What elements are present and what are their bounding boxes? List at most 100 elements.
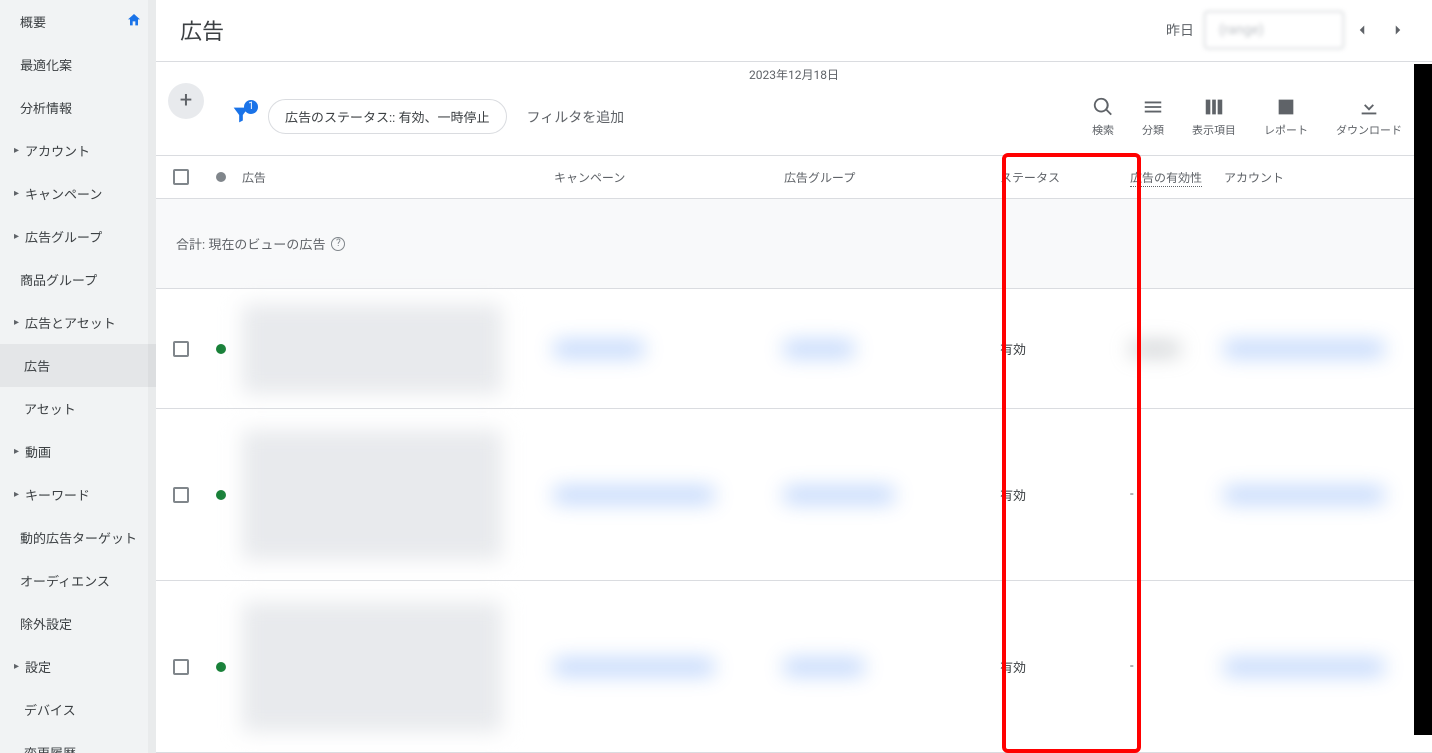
ad-preview-redacted[interactable] [242,304,502,394]
report-button[interactable]: レポート [1264,96,1308,138]
sidebar-item-insights[interactable]: 分析情報 [0,86,156,129]
tool-label: 分類 [1142,122,1164,138]
sidebar-item-campaigns[interactable]: キャンペーン [0,172,156,215]
sidebar-item-label: 広告 [24,356,50,375]
tool-label: 表示項目 [1192,122,1236,138]
col-header-account[interactable]: アカウント [1216,169,1432,186]
col-header-campaign[interactable]: キャンペーン [546,169,776,186]
sidebar-item-dynamic-targets[interactable]: 動的広告ターゲット [0,516,156,559]
table-row: 有効 [156,289,1432,409]
help-icon[interactable]: ? [331,237,345,251]
campaign-link-redacted[interactable] [554,659,714,675]
campaign-link-redacted[interactable] [554,341,644,357]
search-button[interactable]: 検索 [1092,96,1114,138]
toolbar: + 1 広告のステータス:: 有効、一時停止 フィルタを追加 検索 分類 表示項… [156,87,1432,155]
sidebar-scrollbar[interactable] [148,0,156,753]
row-checkbox[interactable] [173,341,189,357]
date-range-picker[interactable]: (range) [1204,11,1344,49]
sidebar-item-ads-assets[interactable]: 広告とアセット [0,301,156,344]
campaign-link-redacted[interactable] [554,487,714,503]
date-label: 昨日 [1166,20,1194,40]
sidebar-item-assets[interactable]: アセット [0,387,156,430]
status-dot-icon [216,490,226,500]
columns-button[interactable]: 表示項目 [1192,96,1236,138]
sidebar-item-recommendations[interactable]: 最適化案 [0,43,156,86]
sidebar-item-account[interactable]: アカウント [0,129,156,172]
status-dot-icon [216,662,226,672]
tool-label: レポート [1264,122,1308,138]
main: 広告 昨日 (range) 2023年12月18日 + 1 広告のステータス::… [156,0,1432,753]
tool-label: 検索 [1092,122,1114,138]
filter-chip-status[interactable]: 広告のステータス:: 有効、一時停止 [268,99,507,134]
download-button[interactable]: ダウンロード [1336,96,1402,138]
account-link-redacted[interactable] [1224,659,1384,675]
ads-table: 広告 キャンペーン 広告グループ ステータス 広告の有効性 アカウント 合計: … [156,155,1432,753]
adgroup-link-redacted[interactable] [784,487,894,503]
plus-icon: + [180,88,192,113]
sidebar-item-devices[interactable]: デバイス [0,688,156,731]
status-dot-icon [216,344,226,354]
row-status: 有効 [992,339,1122,358]
status-dot-header-icon[interactable] [216,172,226,182]
col-header-status[interactable]: ステータス [992,169,1122,186]
sidebar-item-label: 広告とアセット [25,313,116,332]
sidebar-item-video[interactable]: 動画 [0,430,156,473]
sidebar-item-overview[interactable]: 概要 [0,0,156,43]
download-icon [1358,96,1380,118]
table-row: 有効 - [156,409,1432,581]
sidebar-item-label: キーワード [25,485,90,504]
sidebar-item-audiences[interactable]: オーディエンス [0,559,156,602]
account-link-redacted[interactable] [1224,487,1384,503]
date-prev-button[interactable] [1344,12,1380,48]
sidebar-item-label: キャンペーン [25,184,102,203]
sidebar-item-adgroups[interactable]: 広告グループ [0,215,156,258]
sidebar-item-label: 動画 [25,442,51,461]
sidebar-item-label: 商品グループ [20,270,97,289]
sidebar-item-label: 概要 [20,12,46,31]
col-header-effectiveness[interactable]: 広告の有効性 [1122,169,1216,186]
ad-preview-redacted[interactable] [242,430,502,560]
sidebar-item-label: 分析情報 [20,98,72,117]
sidebar-item-label: デバイス [24,700,76,719]
row-status: 有効 [992,485,1122,504]
header: 広告 昨日 (range) [156,0,1432,62]
filter-icon-button[interactable]: 1 [230,104,252,130]
sidebar-item-label: 除外設定 [20,614,72,633]
account-link-redacted[interactable] [1224,341,1384,357]
adgroup-link-redacted[interactable] [784,341,854,357]
date-next-button[interactable] [1380,12,1416,48]
chevron-left-icon [1353,21,1371,39]
col-header-adgroup[interactable]: 広告グループ [776,169,992,186]
sub-date: 2023年12月18日 [156,62,1432,87]
table-total-row: 合計: 現在のビューの広告 ? [156,199,1432,289]
total-label: 合計: 現在のビューの広告 [176,234,325,253]
segment-button[interactable]: 分類 [1142,96,1164,138]
table-row: 有効 - [156,581,1432,753]
sidebar-item-change-history[interactable]: 変更履歴 [0,731,156,753]
row-status: 有効 [992,657,1122,676]
sidebar-item-product-groups[interactable]: 商品グループ [0,258,156,301]
sidebar-item-settings[interactable]: 設定 [0,645,156,688]
sidebar-item-exclusions[interactable]: 除外設定 [0,602,156,645]
sidebar: 概要 最適化案 分析情報 アカウント キャンペーン 広告グループ 商品グループ … [0,0,156,753]
col-header-ad[interactable]: 広告 [236,169,546,186]
adgroup-link-redacted[interactable] [784,659,864,675]
col-header-effectiveness-label: 広告の有効性 [1130,171,1202,187]
add-button[interactable]: + [168,83,204,119]
add-filter-button[interactable]: フィルタを追加 [527,107,625,127]
sidebar-item-label: アセット [24,399,76,418]
checkbox-all[interactable] [173,169,189,185]
row-checkbox[interactable] [173,659,189,675]
segment-icon [1142,96,1164,118]
sidebar-item-keywords[interactable]: キーワード [0,473,156,516]
ad-preview-redacted[interactable] [242,602,502,732]
columns-icon [1203,96,1225,118]
row-checkbox[interactable] [173,487,189,503]
filter-badge: 1 [244,100,258,114]
right-black-strip [1414,64,1432,735]
tool-label: ダウンロード [1336,122,1402,138]
sidebar-item-label: 設定 [25,657,51,676]
effectiveness-redacted [1130,342,1180,356]
sidebar-item-ads[interactable]: 広告 [0,344,156,387]
sidebar-item-label: 動的広告ターゲット [20,528,137,547]
